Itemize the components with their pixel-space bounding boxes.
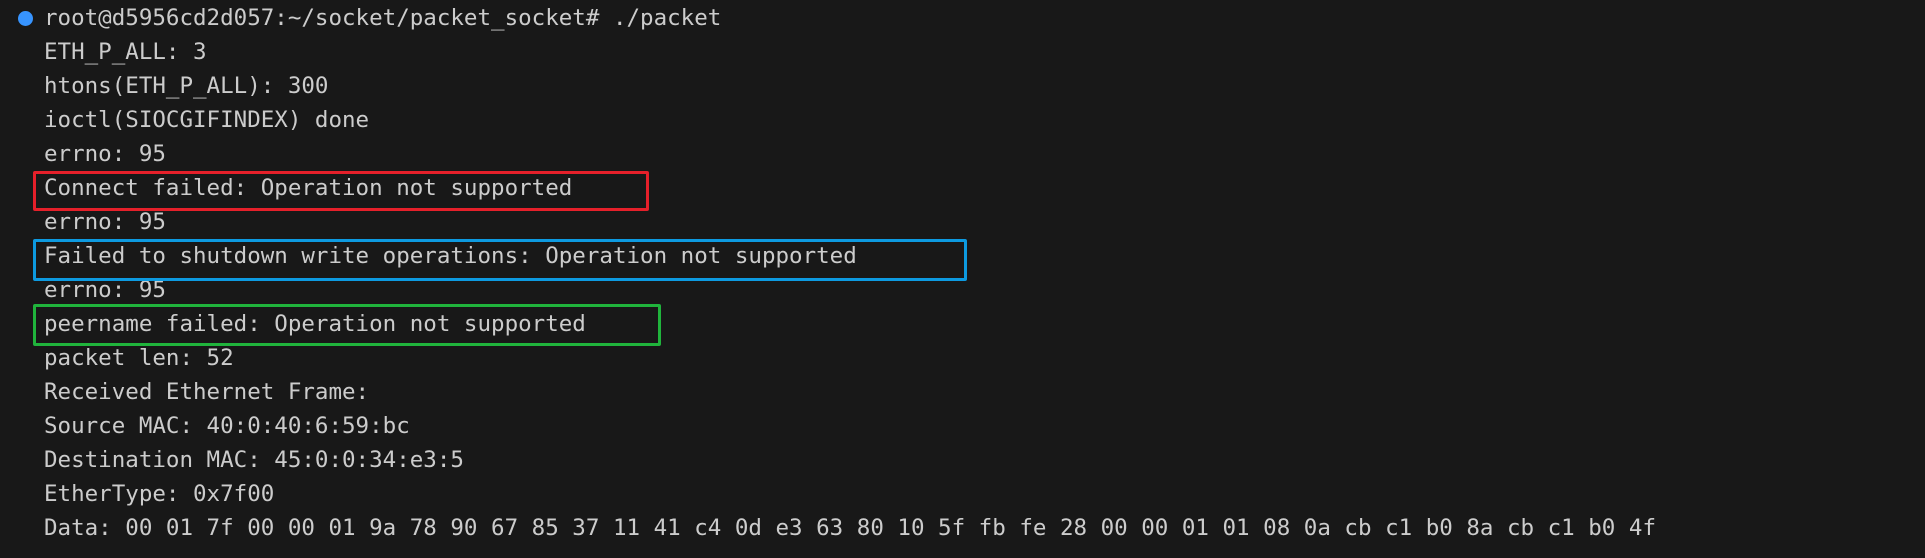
highlight-box-blue xyxy=(33,239,967,281)
highlight-box-red xyxy=(33,171,649,211)
output-line: Received Ethernet Frame: xyxy=(44,379,370,405)
prompt-line: root@d5956cd2d057:~/socket/packet_socket… xyxy=(44,5,722,31)
highlight-box-green xyxy=(33,304,661,346)
output-line: htons(ETH_P_ALL): 300 xyxy=(44,73,329,99)
output-line: ioctl(SIOCGIFINDEX) done xyxy=(44,107,370,133)
output-line-data: Data: 00 01 7f 00 00 01 9a 78 90 67 85 3… xyxy=(44,515,1656,541)
output-line: Source MAC: 40:0:40:6:59:bc xyxy=(44,413,410,439)
output-line: EtherType: 0x7f00 xyxy=(44,481,275,507)
output-line: errno: 95 xyxy=(44,141,166,167)
output-line: ETH_P_ALL: 3 xyxy=(44,39,207,65)
output-line: packet len: 52 xyxy=(44,345,234,371)
circle-dot-icon[interactable] xyxy=(18,11,33,26)
output-line: Destination MAC: 45:0:0:34:e3:5 xyxy=(44,447,464,473)
terminal-panel[interactable]: root@d5956cd2d057:~/socket/packet_socket… xyxy=(0,0,1925,558)
